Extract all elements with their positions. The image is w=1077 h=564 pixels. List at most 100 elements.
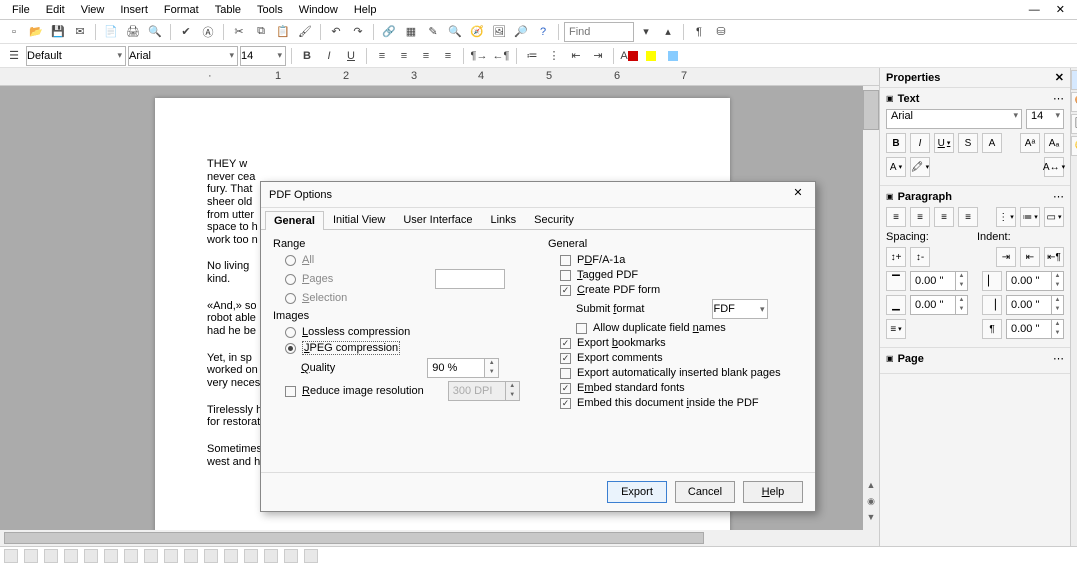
reduce-resolution-check[interactable] <box>285 386 296 397</box>
horizontal-scrollbar[interactable] <box>0 530 863 546</box>
paste-icon[interactable]: 📋 <box>273 22 293 42</box>
sb-strike-button[interactable]: S <box>958 133 978 153</box>
sb-left-spin[interactable]: 0.00 "▲▼ <box>1006 271 1064 291</box>
gallery-icon[interactable]: 🖼 <box>489 22 509 42</box>
create-form-check[interactable] <box>560 285 571 296</box>
sb-indent-inc[interactable]: ⇥ <box>996 247 1016 267</box>
undo-icon[interactable]: ↶ <box>326 22 346 42</box>
horizontal-ruler[interactable]: · 1 2 3 4 5 6 7 <box>0 68 879 86</box>
export-button[interactable]: Export <box>607 481 667 503</box>
nav-target-icon[interactable]: ◉ <box>863 496 879 512</box>
align-justify-icon[interactable]: ≡ <box>438 46 458 66</box>
hyperlink-icon[interactable]: 🔗 <box>379 22 399 42</box>
sb-underline-button[interactable]: U <box>934 133 954 153</box>
expand-icon[interactable]: ▣ <box>886 94 894 103</box>
help-button[interactable]: Help <box>743 481 803 503</box>
find-input[interactable] <box>564 22 634 42</box>
cut-icon[interactable]: ✂ <box>229 22 249 42</box>
find-next-icon[interactable]: ▾ <box>636 22 656 42</box>
sb-bullets[interactable]: ⋮ <box>996 207 1016 227</box>
menu-window[interactable]: Window <box>291 2 346 18</box>
export-pdf-icon[interactable]: 📄 <box>101 22 121 42</box>
navigator-icon[interactable]: 🧭 <box>467 22 487 42</box>
align-left-icon[interactable]: ≡ <box>372 46 392 66</box>
sb-right-spin[interactable]: 0.00 "▲▼ <box>1006 295 1064 315</box>
table-icon[interactable]: ▦ <box>401 22 421 42</box>
s-icon[interactable] <box>224 549 238 563</box>
s-icon[interactable] <box>244 549 258 563</box>
s-icon[interactable] <box>4 549 18 563</box>
pdfa-check[interactable] <box>560 255 571 266</box>
s-icon[interactable] <box>164 549 178 563</box>
copy-icon[interactable]: ⧉ <box>251 22 271 42</box>
sb-deck-navigator-icon[interactable]: 🧭 <box>1071 136 1077 156</box>
save-icon[interactable]: 💾 <box>48 22 68 42</box>
sb-indent-dec[interactable]: ⇤ <box>1020 247 1040 267</box>
underline-button[interactable]: U <box>341 46 361 66</box>
align-right-icon[interactable]: ≡ <box>416 46 436 66</box>
jpeg-radio[interactable] <box>285 343 296 354</box>
sb-deck-properties-icon[interactable]: ☰ <box>1071 70 1077 90</box>
sb-align-left[interactable]: ≡ <box>886 207 906 227</box>
open-icon[interactable]: 📂 <box>26 22 46 42</box>
find-icon[interactable]: 🔍 <box>445 22 465 42</box>
sb-shadow-button[interactable]: A <box>982 133 1002 153</box>
italic-button[interactable]: I <box>319 46 339 66</box>
tab-security[interactable]: Security <box>525 210 583 229</box>
numbering-icon[interactable]: ≔ <box>522 46 542 66</box>
sb-align-right[interactable]: ≡ <box>934 207 954 227</box>
sb-space-dec[interactable]: ↕- <box>910 247 930 267</box>
help-icon[interactable]: ? <box>533 22 553 42</box>
s-icon[interactable] <box>284 549 298 563</box>
indent-inc-icon[interactable]: ⇥ <box>588 46 608 66</box>
redo-icon[interactable]: ↷ <box>348 22 368 42</box>
align-center-icon[interactable]: ≡ <box>394 46 414 66</box>
dup-names-check[interactable] <box>576 323 587 334</box>
menu-tools[interactable]: Tools <box>249 2 291 18</box>
sb-space-inc[interactable]: ↕+ <box>886 247 906 267</box>
font-size-combo[interactable]: 14 <box>240 46 286 66</box>
s-icon[interactable] <box>64 549 78 563</box>
s-icon[interactable] <box>44 549 58 563</box>
find-prev-icon[interactable]: ▴ <box>658 22 678 42</box>
page-up-icon[interactable]: ▲ <box>863 480 879 496</box>
email-icon[interactable]: ✉ <box>70 22 90 42</box>
ltr-icon[interactable]: ¶→ <box>469 46 489 66</box>
indent-dec-icon[interactable]: ⇤ <box>566 46 586 66</box>
window-minimize-icon[interactable]: — <box>1021 2 1048 18</box>
s-icon[interactable] <box>264 549 278 563</box>
close-icon[interactable]: ✕ <box>789 186 807 204</box>
tab-general[interactable]: General <box>265 211 324 230</box>
s-icon[interactable] <box>204 549 218 563</box>
sb-italic-button[interactable]: I <box>910 133 930 153</box>
pages-input[interactable] <box>435 269 505 289</box>
sb-font-combo[interactable]: Arial <box>886 109 1022 129</box>
font-color-icon[interactable]: A <box>619 46 639 66</box>
new-icon[interactable]: ▫ <box>4 22 24 42</box>
sidebar-close-icon[interactable]: ✕ <box>1055 71 1064 84</box>
cancel-button[interactable]: Cancel <box>675 481 735 503</box>
tab-initial-view[interactable]: Initial View <box>324 210 394 229</box>
sb-super-button[interactable]: Aᵃ <box>1020 133 1040 153</box>
highlight-icon[interactable] <box>641 46 661 66</box>
format-paint-icon[interactable]: 🖌 <box>295 22 315 42</box>
menu-format[interactable]: Format <box>156 2 207 18</box>
lossless-radio[interactable] <box>285 327 296 338</box>
nonprinting-icon[interactable]: ¶ <box>689 22 709 42</box>
export-comments-check[interactable] <box>560 353 571 364</box>
tab-links[interactable]: Links <box>481 210 525 229</box>
range-pages-radio[interactable] <box>285 274 296 285</box>
sb-sub-button[interactable]: Aₐ <box>1044 133 1064 153</box>
sb-align-center[interactable]: ≡ <box>910 207 930 227</box>
export-blank-check[interactable] <box>560 368 571 379</box>
expand-icon[interactable]: ▣ <box>886 192 894 201</box>
rtl-icon[interactable]: ←¶ <box>491 46 511 66</box>
quality-spinner[interactable]: ▲▼ <box>427 358 499 378</box>
s-icon[interactable] <box>84 549 98 563</box>
submit-format-combo[interactable]: FDF <box>712 299 768 319</box>
expand-icon[interactable]: ▣ <box>886 354 894 363</box>
s-icon[interactable] <box>124 549 138 563</box>
menu-help[interactable]: Help <box>346 2 385 18</box>
styles-icon[interactable]: ☰ <box>4 46 24 66</box>
vertical-scrollbar[interactable] <box>863 86 879 546</box>
